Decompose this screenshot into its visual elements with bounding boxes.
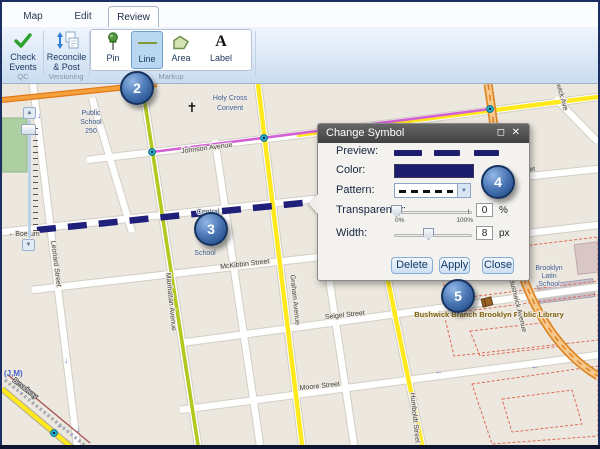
label-a-icon: A xyxy=(201,31,241,53)
brooklyn-latin-label: Brooklyn xyxy=(535,265,562,272)
window-border xyxy=(0,0,600,2)
humboldt-street-label: Humboldt Street xyxy=(408,392,420,443)
label-tool-button[interactable]: A Label xyxy=(201,31,241,69)
close-button[interactable]: Close xyxy=(482,257,514,274)
group-markup-label: Markup xyxy=(158,72,183,81)
pin-tool-button[interactable]: Pin xyxy=(97,31,129,69)
group-qc-label: QC xyxy=(17,72,28,81)
dialog-callout-arrow xyxy=(309,194,318,214)
svg-text:↓: ↓ xyxy=(76,425,80,434)
zoom-slider-track[interactable] xyxy=(28,120,31,238)
zoom-in-button[interactable]: ▲ xyxy=(23,107,36,119)
width-input[interactable] xyxy=(476,226,493,240)
callout-badge-4: 4 xyxy=(481,165,515,199)
holy-cross-label: Convent xyxy=(217,105,243,112)
holy-cross-label: Holy Cross xyxy=(213,95,248,102)
label-label: Label xyxy=(201,53,241,63)
markup-panel: Pin Line Area A Label xyxy=(90,29,252,71)
width-unit: px xyxy=(499,228,510,239)
ps250-label: Public xyxy=(81,110,101,117)
transparency-max-label: 100% xyxy=(448,217,473,224)
line-label: Line xyxy=(132,54,162,64)
ps250-label: 250 xyxy=(85,128,97,135)
zoom-out-button[interactable]: ▼ xyxy=(22,239,35,251)
tab-edit[interactable]: Edit xyxy=(60,6,106,27)
reconcile-post-label: Reconcile & Post xyxy=(45,52,88,72)
transparency-input[interactable] xyxy=(476,203,493,217)
svg-text:←: ← xyxy=(531,362,539,371)
area-tool-button[interactable]: Area xyxy=(165,31,197,69)
callout-badge-2: 2 xyxy=(120,71,154,105)
brooklyn-latin-label: Latin xyxy=(541,273,556,280)
group-divider xyxy=(255,31,256,77)
pattern-label: Pattern: xyxy=(336,184,375,196)
ribbon: Check Events Reconcile & Post xyxy=(2,27,598,84)
svg-text:↓: ↓ xyxy=(37,111,41,120)
reconcile-icon xyxy=(45,30,88,50)
reconcile-post-button[interactable]: Reconcile & Post xyxy=(45,30,88,74)
callout-badge-5: 5 xyxy=(441,279,475,313)
ps250-label: School xyxy=(80,119,102,126)
pin-label: Pin xyxy=(97,53,129,63)
app-window: Map Edit Review Check Events xyxy=(0,0,600,449)
close-icon[interactable]: ✕ xyxy=(512,124,520,143)
svg-text:←: ← xyxy=(56,421,64,430)
width-slider-thumb[interactable] xyxy=(423,228,434,240)
check-events-button[interactable]: Check Events xyxy=(4,30,42,74)
group-divider xyxy=(43,31,44,77)
line-tool-button[interactable]: Line xyxy=(131,31,163,69)
svg-text:←: ← xyxy=(435,367,443,376)
ribbon-tab-bar: Map Edit Review xyxy=(2,2,598,27)
pattern-dropdown[interactable] xyxy=(394,183,458,198)
area-icon xyxy=(165,31,197,53)
window-border xyxy=(0,445,600,449)
check-icon xyxy=(4,30,42,50)
tab-review[interactable]: Review xyxy=(108,6,159,27)
broadway-vertex-dot xyxy=(53,432,55,434)
brooklyn-latin-label: School xyxy=(538,281,560,288)
transparency-slider-track[interactable] xyxy=(394,211,472,214)
pattern-dropdown-arrow[interactable]: ▼ xyxy=(457,183,471,198)
tab-map[interactable]: Map xyxy=(10,6,56,27)
callout-badge-3: 3 xyxy=(194,212,228,246)
width-label: Width: xyxy=(336,227,367,239)
transparency-unit: % xyxy=(499,205,508,216)
preview-label: Preview: xyxy=(336,145,378,157)
library-label: Bushwick Branch Brooklyn Public Library xyxy=(414,310,564,319)
transparency-min-label: 0% xyxy=(395,217,404,224)
change-symbol-dialog: Change Symbol ◻ ✕ Preview: Color: Patter… xyxy=(317,123,530,281)
color-label: Color: xyxy=(336,164,365,176)
church-cross-icon: ✝ xyxy=(187,100,198,115)
maximize-icon[interactable]: ◻ xyxy=(497,124,505,143)
zoom-slider-thumb[interactable] xyxy=(21,124,36,135)
zoom-slider-ticks xyxy=(33,128,38,236)
symbol-preview-dash xyxy=(394,150,422,156)
group-versioning-label: Versioning xyxy=(48,72,83,81)
transparency-slider-tick xyxy=(468,209,469,214)
check-events-label: Check Events xyxy=(4,52,42,72)
apply-button[interactable]: Apply xyxy=(439,257,470,274)
color-swatch[interactable] xyxy=(394,164,474,178)
area-label: Area xyxy=(165,53,197,63)
svg-text:↓: ↓ xyxy=(64,356,68,365)
delete-button[interactable]: Delete xyxy=(391,257,433,274)
symbol-preview-dash xyxy=(434,150,460,156)
pattern-dash-preview xyxy=(399,190,453,193)
line-icon xyxy=(132,32,162,54)
subway-jm-label: (J,M) xyxy=(4,369,23,378)
pin-icon xyxy=(97,31,129,53)
window-border xyxy=(0,0,2,449)
symbol-preview-dash xyxy=(474,150,499,156)
central-school-label: School xyxy=(194,250,216,257)
